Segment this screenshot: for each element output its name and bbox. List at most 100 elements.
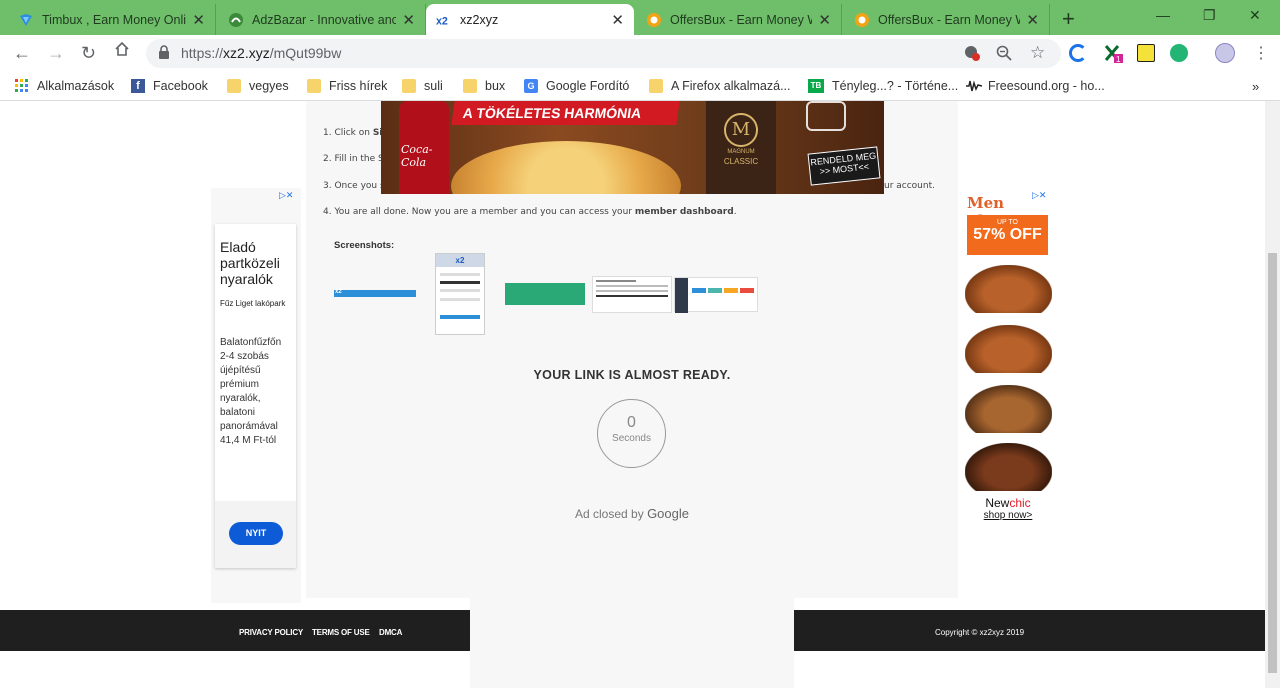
zoom-icon[interactable] <box>996 45 1012 65</box>
step-1: 1. Click on Sig <box>323 128 389 138</box>
tab-title: Timbux , Earn Money Onli <box>42 12 187 27</box>
folder-icon <box>227 79 241 93</box>
ad-title: Eladó partközeli nyaralók <box>220 239 280 287</box>
bookmark-label: Alkalmazások <box>37 79 115 93</box>
shop-now-link[interactable]: shop now> <box>962 510 1054 521</box>
bookmark-facebook[interactable]: f Facebook <box>131 79 208 93</box>
magnum-logo-icon: M <box>724 113 758 147</box>
browser-toolbar: ← → ↻ https://xz2.xyz/mQut99bw ☆ 1 ⋮ <box>0 35 1280 72</box>
bookmark-apps[interactable]: Alkalmazások <box>15 79 114 93</box>
scrollbar-thumb[interactable] <box>1268 253 1277 673</box>
copyright-text: Copyright © xz2xyz 2019 <box>935 628 1025 637</box>
newchic-logo: Newchic <box>985 496 1031 510</box>
blocked-cookies-icon[interactable] <box>964 45 980 65</box>
tab-timbux[interactable]: Timbux , Earn Money Onli ✕ <box>8 4 216 35</box>
bookmark-label: Tényleg...? - Történe... <box>832 79 959 93</box>
sandal-image-2 <box>965 325 1052 373</box>
back-arrow-icon[interactable]: ← <box>13 43 31 64</box>
screenshot-thumb-5[interactable] <box>674 277 758 313</box>
offersbux-favicon-icon <box>646 12 662 28</box>
tab-close-icon[interactable]: ✕ <box>611 11 624 29</box>
terms-of-use-link[interactable]: TERMS OF USE <box>312 628 370 637</box>
tab-adzbazar[interactable]: AdzBazar - Innovative anc ✕ <box>218 4 426 35</box>
folder-icon <box>402 79 416 93</box>
bookmark-label: Google Fordító <box>546 79 630 93</box>
tb-icon: TB <box>808 79 824 93</box>
timbux-favicon-icon <box>18 12 34 28</box>
new-tab-button[interactable]: + <box>1062 6 1075 32</box>
ad-body: Balatonfűzfőn 2-4 szobás újépítésű prémi… <box>220 337 282 446</box>
bookmark-star-icon[interactable]: ☆ <box>1030 43 1045 63</box>
folder-icon <box>649 79 663 93</box>
dmca-link[interactable]: DMCA <box>379 628 402 637</box>
screenshot-thumb-2[interactable]: x2 <box>435 253 485 335</box>
countdown-unit: Seconds <box>612 433 651 444</box>
adzbazar-favicon-icon <box>228 12 244 28</box>
bookmark-label: Facebook <box>153 79 208 93</box>
url-text: https://xz2.xyz/mQut99bw <box>181 45 342 61</box>
screenshot-thumb-3[interactable] <box>505 283 585 305</box>
x-extension-icon[interactable]: 1 <box>1104 44 1123 64</box>
bookmark-tenyleg[interactable]: TB Tényleg...? - Történe... <box>808 79 958 93</box>
minimize-button[interactable]: — <box>1156 7 1170 23</box>
bookmark-vegyes[interactable]: vegyes <box>227 79 289 93</box>
screenshot-thumb-1[interactable]: x2 <box>334 289 416 297</box>
svg-text:x2: x2 <box>436 15 448 27</box>
closed-ad-overlay: Ad closed by Google <box>470 494 794 688</box>
step-2: 2. Fill in the S <box>323 154 384 164</box>
adchoices-icon[interactable]: ▷✕ <box>279 190 293 201</box>
bookmark-google-translate[interactable]: G Google Fordító <box>524 79 629 93</box>
bookmark-label: Freesound.org - ho... <box>988 79 1105 93</box>
offersbux-favicon-icon <box>854 12 870 28</box>
right-sidebar-ad[interactable]: ▷✕ Men Shoes UP TO 57% OFF Newchic shop … <box>962 188 1054 603</box>
order-now-button[interactable]: RENDELD MEG >> MOST<< <box>807 146 881 186</box>
tab-offersbux-1[interactable]: OffersBux - Earn Money W ✕ <box>636 4 842 35</box>
left-sidebar-ad[interactable]: ▷✕ Eladó partközeli nyaralók Fűz Liget l… <box>211 188 301 603</box>
green-extension-icon[interactable] <box>1170 44 1188 62</box>
bookmarks-bar: Alkalmazások f Facebook vegyes Friss hír… <box>0 72 1280 101</box>
property-ad-card[interactable]: Eladó partközeli nyaralók Fűz Liget lakó… <box>215 224 296 568</box>
folder-icon <box>307 79 321 93</box>
address-bar[interactable]: https://xz2.xyz/mQut99bw ☆ <box>146 39 1061 68</box>
menu-kebab-icon[interactable]: ⋮ <box>1253 43 1269 63</box>
tab-close-icon[interactable]: ✕ <box>192 11 205 29</box>
step-3-tail: ur account. <box>884 181 935 191</box>
bookmarks-overflow-button[interactable]: » <box>1252 79 1259 94</box>
discount-badge: UP TO 57% OFF <box>967 215 1048 255</box>
nyit-button[interactable]: NYIT <box>229 522 283 545</box>
bookmark-freesound[interactable]: Freesound.org - ho... <box>966 79 1105 93</box>
step-4: 4. You are all done. Now you are a membe… <box>323 207 737 217</box>
pizza-banner-ad[interactable]: Coca-Cola A TÖKÉLETES HARMÓNIA M MAGNUM … <box>381 101 884 194</box>
tab-close-icon[interactable]: ✕ <box>402 11 415 29</box>
page-scrollbar[interactable] <box>1265 101 1280 688</box>
sandal-image-1 <box>965 265 1052 313</box>
countdown-timer: 0 Seconds <box>597 399 666 468</box>
bookmark-label: Friss hírek <box>329 79 388 93</box>
restore-button[interactable]: ❐ <box>1203 7 1216 24</box>
home-icon[interactable] <box>114 41 130 62</box>
tab-offersbux-2[interactable]: OffersBux - Earn Money W ✕ <box>844 4 1050 35</box>
google-brand: Google <box>647 506 689 521</box>
forward-arrow-icon[interactable]: → <box>47 43 65 64</box>
bookmark-friss-hirek[interactable]: Friss hírek <box>307 79 387 93</box>
tab-xz2xyz[interactable]: x2 xz2xyz ✕ <box>426 4 634 35</box>
tab-title: AdzBazar - Innovative anc <box>252 12 397 27</box>
bookmark-bux[interactable]: bux <box>463 79 505 93</box>
profile-avatar[interactable] <box>1215 43 1235 63</box>
bookmark-label: suli <box>424 79 443 93</box>
close-window-button[interactable]: ✕ <box>1249 7 1261 24</box>
notes-extension-icon[interactable] <box>1137 44 1155 62</box>
bookmark-suli[interactable]: suli <box>402 79 443 93</box>
ad-closed-message: Ad closed by Google <box>575 506 689 521</box>
coca-cola-bottle: Coca-Cola <box>399 101 449 194</box>
reload-icon[interactable]: ↻ <box>81 43 96 64</box>
folder-icon <box>463 79 477 93</box>
tab-close-icon[interactable]: ✕ <box>818 11 831 29</box>
screenshot-thumb-4[interactable] <box>592 276 672 313</box>
sandal-image-3 <box>965 385 1052 433</box>
lock-icon[interactable] <box>158 45 170 64</box>
bookmark-firefox[interactable]: A Firefox alkalmazá... <box>649 79 791 93</box>
crescent-extension-icon[interactable] <box>1069 44 1087 62</box>
tab-close-icon[interactable]: ✕ <box>1026 11 1039 29</box>
privacy-policy-link[interactable]: PRIVACY POLICY <box>239 628 303 637</box>
